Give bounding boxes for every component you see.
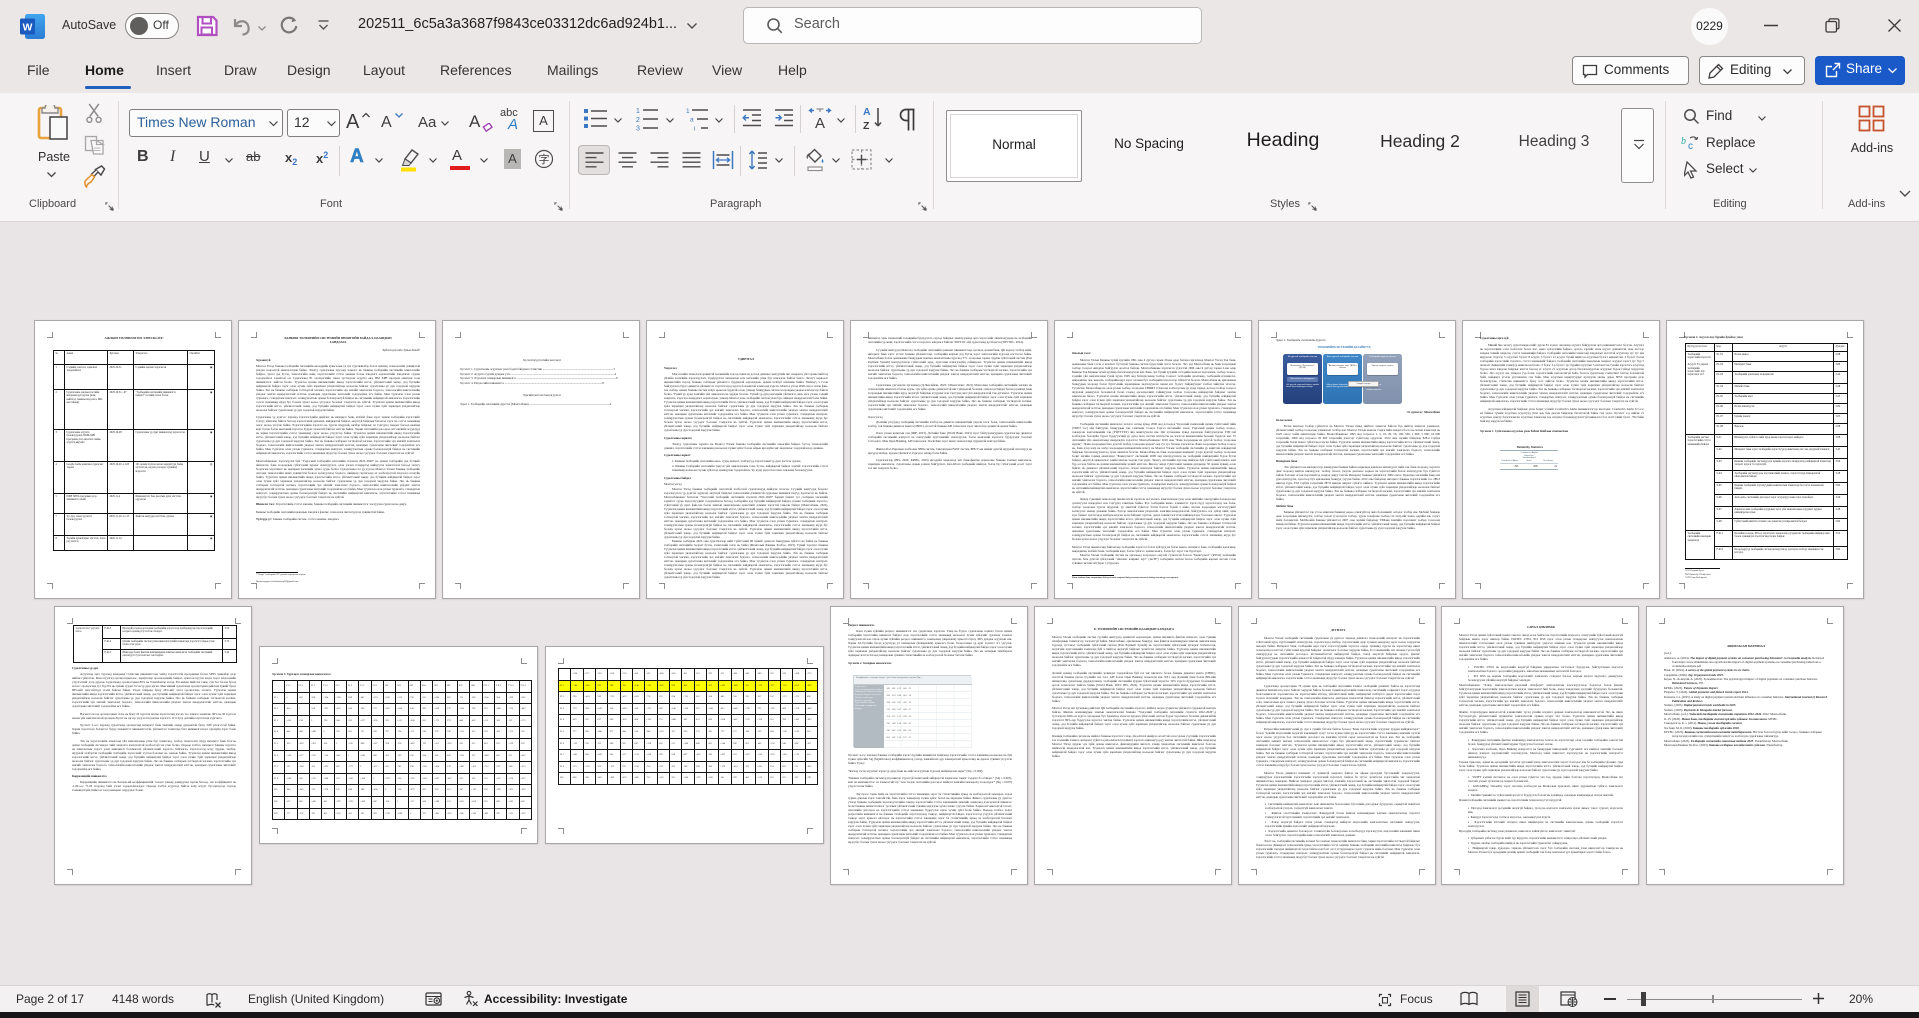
svg-text:3: 3 (636, 126, 640, 132)
svg-text:i: i (694, 126, 695, 132)
svg-text:Z: Z (863, 120, 870, 132)
svg-text:1: 1 (636, 108, 640, 115)
svg-text:c: c (1688, 141, 1693, 152)
svg-text:b: b (1681, 136, 1686, 147)
svg-text:a: a (690, 117, 694, 124)
svg-text:1: 1 (686, 108, 690, 115)
svg-text:A: A (863, 106, 871, 118)
svg-text:A: A (815, 115, 825, 130)
svg-text:字: 字 (539, 152, 550, 166)
svg-text:W: W (23, 22, 33, 34)
svg-text:2: 2 (636, 117, 640, 124)
